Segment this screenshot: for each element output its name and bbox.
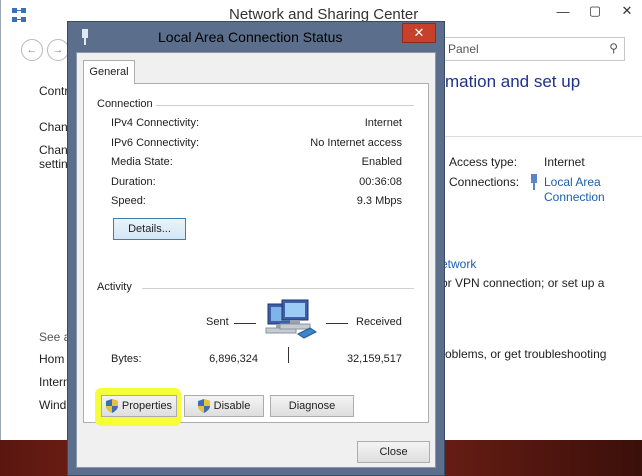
local-area-connection-status-dialog: Local Area Connection Status ✕ General C… <box>67 21 445 476</box>
media-state-value: Enabled <box>361 156 402 168</box>
see-also-windows-firewall[interactable]: Wind <box>39 398 66 412</box>
received-label: Received <box>356 316 402 328</box>
general-tab-panel: Connection IPv4 Connectivity: Internet I… <box>83 83 429 423</box>
ipv4-value: Internet <box>364 117 402 129</box>
sent-label: Sent <box>206 316 229 328</box>
ethernet-icon <box>531 174 537 190</box>
media-state-label: Media State: <box>111 156 173 168</box>
page-heading: mation and set up <box>445 72 581 91</box>
diagnose-button[interactable]: Diagnose <box>270 395 354 417</box>
bytes-received-value: 32,159,517 <box>346 353 402 365</box>
bytes-separator <box>288 347 289 363</box>
speed-label: Speed: <box>111 195 146 207</box>
network-app-icon <box>12 8 26 22</box>
activity-group-label: Activity <box>97 281 132 293</box>
connection-group-label: Connection <box>97 98 153 110</box>
disable-button-label: Disable <box>213 400 251 412</box>
ipv4-label: IPv4 Connectivity: <box>111 117 200 129</box>
close-button[interactable]: Close <box>357 441 430 463</box>
ipv6-value: No Internet access <box>310 137 402 149</box>
duration-value: 00:36:08 <box>359 176 402 188</box>
duration-label: Duration: <box>111 176 156 188</box>
connection-group-divider <box>156 105 414 106</box>
dialog-title: Local Area Connection Status <box>158 29 343 45</box>
vpn-description: or VPN connection; or set up a <box>441 276 605 290</box>
sidebar-item-control-panel[interactable]: Contr <box>39 84 68 98</box>
access-type-value: Internet <box>544 155 585 169</box>
disable-button[interactable]: Disable <box>184 395 264 417</box>
close-window-button[interactable]: ✕ <box>611 0 642 22</box>
back-arrow-icon[interactable]: ← <box>21 39 43 61</box>
sidebar-item-change-adapter[interactable]: Chan <box>39 120 68 134</box>
see-also-internet-options[interactable]: Intern <box>39 375 70 389</box>
ipv6-label: IPv6 Connectivity: <box>111 137 200 149</box>
see-also-heading: See a <box>39 330 71 344</box>
sent-dash <box>234 323 256 324</box>
maximize-button[interactable]: ▢ <box>579 0 611 22</box>
speed-value: 9.3 Mbps <box>356 195 402 207</box>
forward-arrow-icon[interactable]: → <box>47 39 69 61</box>
search-input[interactable]: Panel ⚲ <box>441 37 625 61</box>
bytes-sent-value: 6,896,324 <box>209 353 258 365</box>
dialog-close-icon[interactable]: ✕ <box>402 23 436 43</box>
connections-label: Connections: <box>449 175 520 189</box>
setup-network-link[interactable]: etwork <box>441 257 476 271</box>
uac-shield-icon <box>105 399 118 413</box>
minimize-button[interactable]: — <box>547 0 579 22</box>
sidebar-item-change-advanced-2[interactable]: settin <box>39 157 68 171</box>
tab-general[interactable]: General <box>83 60 135 84</box>
ethernet-icon <box>82 29 88 45</box>
sidebar-item-change-advanced[interactable]: Chan <box>39 143 68 157</box>
bytes-label: Bytes: <box>111 353 142 365</box>
window-controls: — ▢ ✕ <box>547 0 642 24</box>
properties-button[interactable]: Properties <box>101 395 177 417</box>
uac-shield-icon <box>197 399 210 413</box>
activity-group-divider <box>142 288 414 289</box>
see-also-homegroup[interactable]: Hom <box>39 352 64 366</box>
details-button[interactable]: Details... <box>113 218 186 240</box>
local-area-connection-link[interactable]: Local Area <box>544 175 601 189</box>
troubleshoot-description: roblems, or get troubleshooting <box>441 347 607 361</box>
properties-button-label: Properties <box>121 400 173 412</box>
network-computers-icon <box>265 299 317 339</box>
search-icon: ⚲ <box>609 41 618 55</box>
search-placeholder: Panel <box>448 42 479 56</box>
access-type-label: Access type: <box>449 155 518 169</box>
local-area-connection-link-2[interactable]: Connection <box>544 190 605 204</box>
received-dash <box>326 323 348 324</box>
section-divider <box>441 136 642 137</box>
